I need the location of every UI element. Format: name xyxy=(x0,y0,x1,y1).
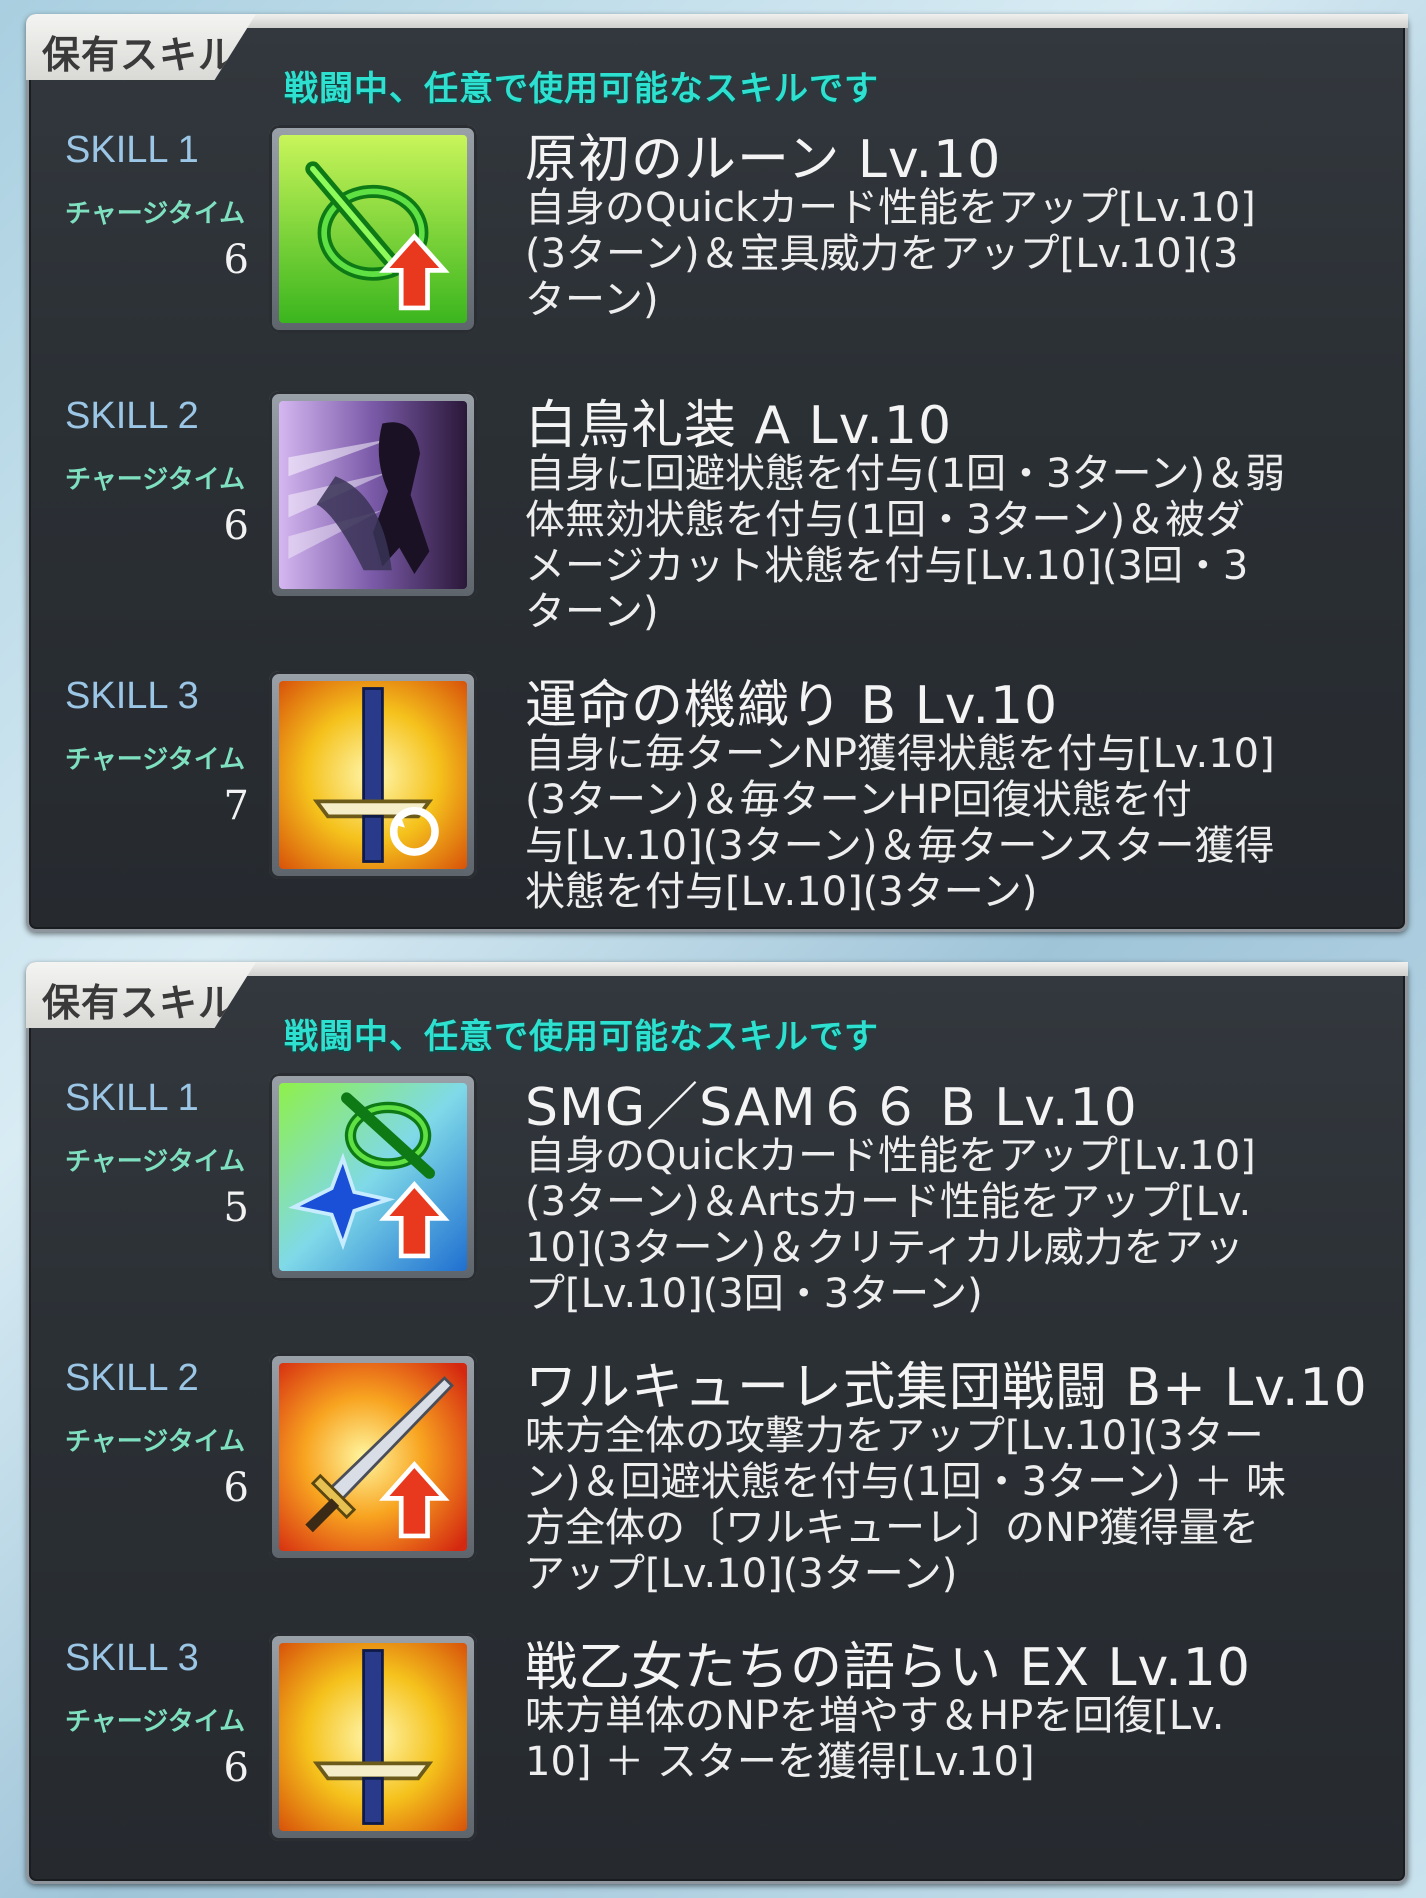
charge-time-label: チャージタイム xyxy=(65,1147,246,1177)
panel-subtitle: 戦闘中、任意で使用可能なスキルです xyxy=(284,1017,879,1057)
charge-time-value: 6 xyxy=(223,503,249,549)
skill-name: SMG／SAM６６ B Lv.10 xyxy=(525,1078,1138,1138)
panel-title: 保有スキル xyxy=(42,981,238,1025)
skill-name: 白鳥礼装 A Lv.10 xyxy=(525,396,953,456)
skill-description: 自身に回避状態を付与(1回・3ターン)＆弱 体無効状態を付与(1回・3ターン)＆… xyxy=(525,451,1286,635)
skill-number: SKILL 1 xyxy=(65,1077,199,1119)
skill-name: 戦乙女たちの語らい EX Lv.10 xyxy=(525,1638,1251,1698)
charge-time-value: 7 xyxy=(223,783,249,829)
charge-time-label: チャージタイム xyxy=(65,465,246,495)
skill-name: ワルキューレ式集団戦闘 B+ Lv.10 xyxy=(525,1358,1368,1418)
skill-description: 味方全体の攻撃力をアップ[Lv.10](3ター ン)＆回避状態を付与(1回・3タ… xyxy=(525,1413,1287,1597)
skill-description: 味方単体のNPを増やす＆HPを回復[Lv. 10] ＋ スターを獲得[Lv.10… xyxy=(525,1693,1225,1785)
charge-time-value: 5 xyxy=(223,1185,249,1231)
skill-description: 自身のQuickカード性能をアップ[Lv.10] (3ターン)＆Artsカード性… xyxy=(525,1133,1256,1317)
attack-up-sword-icon xyxy=(279,1363,467,1551)
skill-number: SKILL 3 xyxy=(65,675,199,717)
panel-title: 保有スキル xyxy=(42,33,238,77)
panel-tab: 保有スキル xyxy=(26,962,256,1028)
skill-icon-frame[interactable] xyxy=(269,671,477,879)
panel-header-stripe xyxy=(209,14,1408,28)
skill-name: 運命の機織り B Lv.10 xyxy=(525,676,1059,736)
charge-time-label: チャージタイム xyxy=(65,199,246,229)
skill-icon-frame[interactable] xyxy=(269,1633,477,1841)
charge-time-value: 6 xyxy=(223,237,249,283)
quick-up-icon xyxy=(279,135,467,323)
skill-number: SKILL 1 xyxy=(65,129,199,171)
skill-panel-2: 保有スキル 戦闘中、任意で使用可能なスキルです SKILL 1 チャージタイム … xyxy=(26,962,1408,1884)
charge-time-label: チャージタイム xyxy=(65,1707,246,1737)
charge-time-label: チャージタイム xyxy=(65,745,246,775)
skill-description: 自身に毎ターンNP獲得状態を付与[Lv.10] (3ターン)＆毎ターンHP回復状… xyxy=(525,731,1275,915)
skill-number: SKILL 3 xyxy=(65,1637,199,1679)
skill-number: SKILL 2 xyxy=(65,395,199,437)
panel-subtitle: 戦闘中、任意で使用可能なスキルです xyxy=(284,69,879,109)
skill-description: 自身のQuickカード性能をアップ[Lv.10] (3ターン)＆宝具威力をアップ… xyxy=(525,185,1256,323)
panel-tab: 保有スキル xyxy=(26,14,256,80)
skill-number: SKILL 2 xyxy=(65,1357,199,1399)
charge-time-label: チャージタイム xyxy=(65,1427,246,1457)
skill-name: 原初のルーン Lv.10 xyxy=(525,130,1002,190)
sword-np-icon xyxy=(279,1643,467,1831)
charge-time-value: 6 xyxy=(223,1465,249,1511)
skill-icon-frame[interactable] xyxy=(269,1073,477,1281)
sword-regen-icon xyxy=(279,681,467,869)
charge-time-value: 6 xyxy=(223,1745,249,1791)
skill-panel-1: 保有スキル 戦闘中、任意で使用可能なスキルです SKILL 1 チャージタイム … xyxy=(26,14,1408,932)
quick-arts-up-icon xyxy=(279,1083,467,1271)
skill-icon-frame[interactable] xyxy=(269,391,477,599)
panel-header-stripe xyxy=(209,962,1408,976)
skill-icon-frame[interactable] xyxy=(269,1353,477,1561)
evade-figure-icon xyxy=(279,401,467,589)
skill-icon-frame[interactable] xyxy=(269,125,477,333)
